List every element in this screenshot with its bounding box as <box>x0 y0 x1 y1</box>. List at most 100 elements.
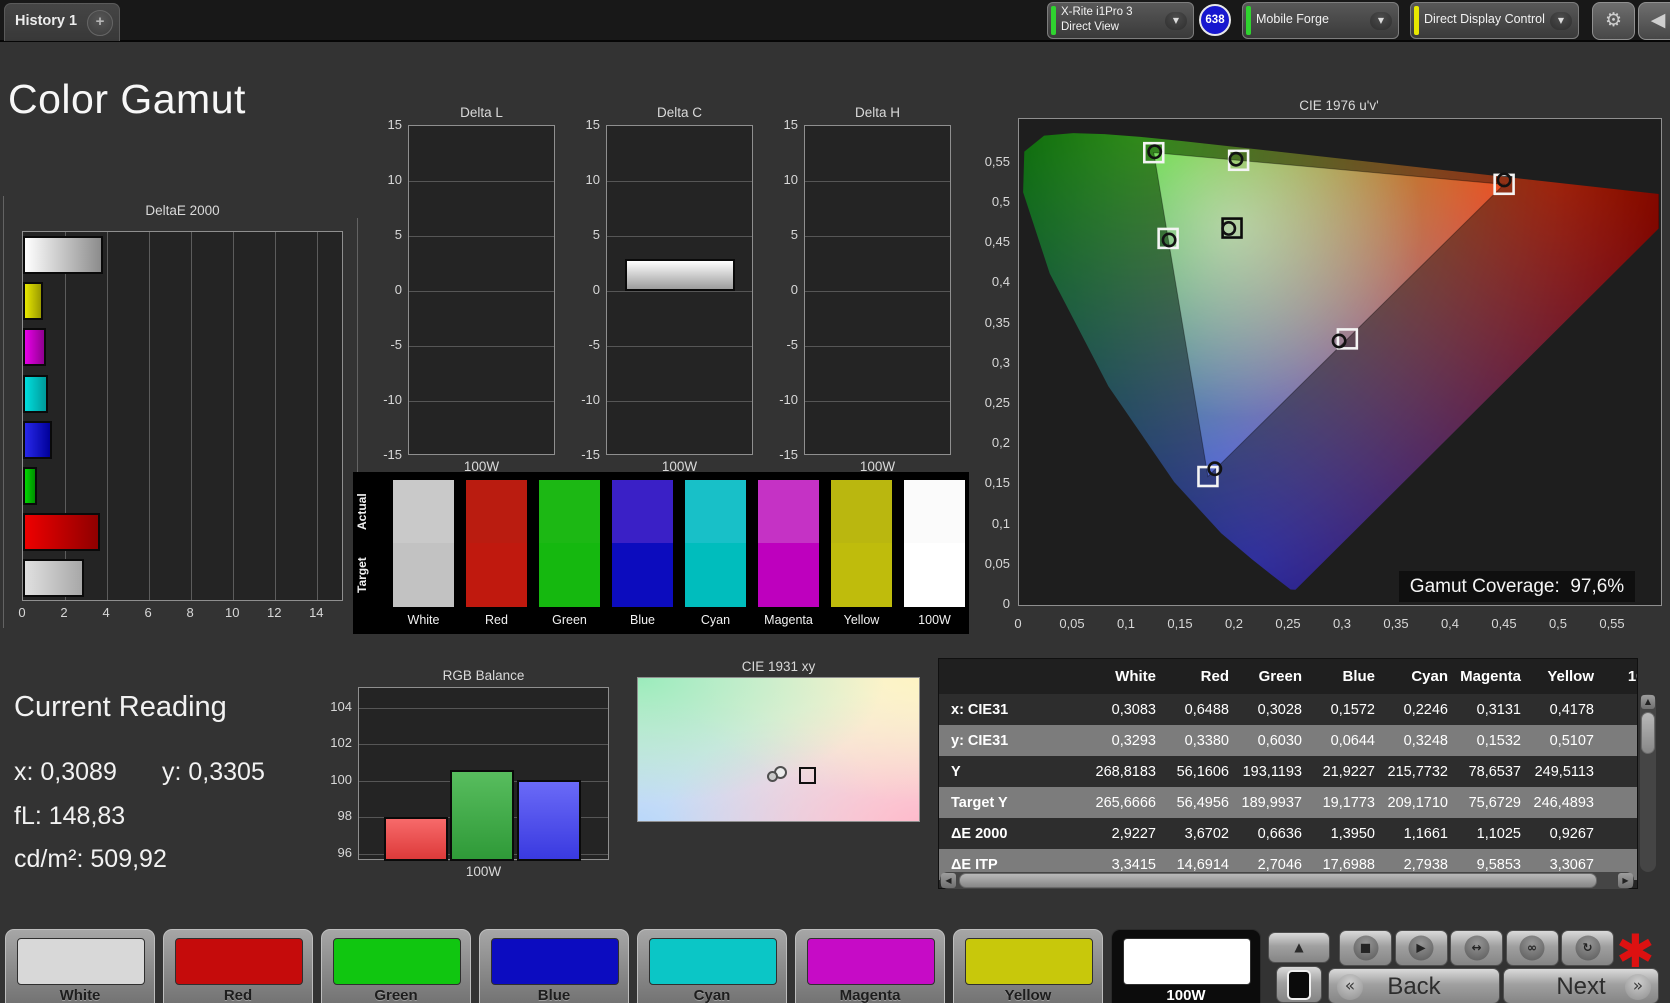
table-cell: 0,6636 <box>1257 825 1302 842</box>
cie-y-tick: 0,2 <box>991 435 1010 451</box>
swatch-label: White <box>407 613 440 627</box>
table-vertical-scrollbar[interactable]: ▲ <box>1640 694 1656 872</box>
vertical-scroll-thumb[interactable] <box>1641 712 1655 754</box>
swatch-white-target <box>393 543 454 607</box>
pattern-source-label: Mobile Forge <box>1256 12 1329 26</box>
table-row-label: Y <box>951 763 961 780</box>
rgb-gridline <box>359 708 608 710</box>
stop-button[interactable]: ■ <box>1339 930 1392 966</box>
cie-x-tick: 0,15 <box>1167 616 1193 631</box>
table-cell: 0,5107 <box>1549 732 1594 749</box>
delta-y-tick: -10 <box>779 392 798 407</box>
cie1976-chart-title: CIE 1976 u'v' <box>1299 98 1379 113</box>
pattern-level-up-button[interactable]: ▲ <box>1268 932 1330 963</box>
table-cell: 0,3028 <box>1257 701 1302 718</box>
pattern-button-label: Blue <box>537 987 571 1003</box>
display-control-dropdown[interactable]: Direct Display Control ▼ <box>1410 2 1579 39</box>
rgb-bar-red <box>384 817 448 861</box>
scroll-left-button[interactable]: ◀ <box>941 873 956 888</box>
deltae-x-tick: 0 <box>18 605 26 620</box>
table-cell: 2,7938 <box>1403 856 1448 873</box>
table-cell: 193,1193 <box>1242 763 1302 780</box>
collapse-panel-button[interactable]: ◀ <box>1638 2 1670 40</box>
actual-row-label: Actual <box>355 493 369 531</box>
add-tab-button[interactable]: + <box>87 10 113 36</box>
pattern-source-dropdown[interactable]: Mobile Forge ▼ <box>1242 2 1399 39</box>
scroll-right-button[interactable]: ▶ <box>1618 873 1633 888</box>
tab-history-1[interactable]: History 1 + <box>4 3 120 41</box>
deltae-bar-blue <box>23 420 53 459</box>
back-label: Back <box>1387 973 1441 1000</box>
table-cell: 2,9227 <box>1111 825 1156 842</box>
window-icon <box>1287 969 1311 1000</box>
pattern-size-button[interactable]: ↔ <box>1450 930 1503 966</box>
scroll-up-button[interactable]: ▲ <box>1641 695 1655 709</box>
back-button[interactable]: « Back <box>1328 968 1500 1003</box>
pattern-button-magenta[interactable]: Magenta <box>795 929 945 1003</box>
table-row-label: x: CIE31 <box>951 701 1009 718</box>
pattern-button-100w[interactable]: 100W <box>1111 929 1261 1003</box>
delta-y-tick: 10 <box>585 172 600 187</box>
pattern-window-button[interactable] <box>1276 966 1322 1003</box>
top-toolbar: History 1 + X-Rite i1Pro 3 Direct View ▼ … <box>0 0 1670 42</box>
rgb-y-tick: 98 <box>337 808 352 824</box>
table-cell: 17,6988 <box>1322 856 1375 873</box>
delta-y-tick: 15 <box>387 117 402 132</box>
delta-y-tick: -10 <box>383 392 402 407</box>
table-horizontal-scrollbar[interactable]: ◀ ▶ <box>940 872 1634 889</box>
chevron-down-icon: ▼ <box>1165 12 1187 30</box>
deltae-x-tick: 2 <box>60 605 68 620</box>
delta-y-tick: -5 <box>390 337 402 352</box>
calman-color-gamut-page: History 1 + X-Rite i1Pro 3 Direct View ▼ … <box>0 0 1670 1003</box>
cie1931-chart-title: CIE 1931 xy <box>741 659 816 674</box>
delta-c-chart-title: Delta C <box>656 105 702 120</box>
play-button[interactable]: ▶ <box>1394 930 1448 966</box>
pattern-button-cyan[interactable]: Cyan <box>637 929 787 1003</box>
swatch-column-red: Red <box>466 472 527 634</box>
table-cell: 209,1710 <box>1387 794 1448 811</box>
rgb-bar-green <box>450 769 514 861</box>
swatch-cyan-target <box>685 543 746 607</box>
layout-divider <box>3 196 4 628</box>
delta-y-tick: -5 <box>588 337 600 352</box>
swatch-cyan-actual <box>685 480 746 543</box>
cie-x-tick: 0,55 <box>1599 616 1625 631</box>
delta-y-tick: 10 <box>783 172 798 187</box>
swatch-blue-target <box>612 543 673 607</box>
table-cell: 75,6729 <box>1468 794 1521 811</box>
pattern-button-blue[interactable]: Blue <box>479 929 629 1003</box>
table-row-label: y: CIE31 <box>951 732 1009 749</box>
swatch-green-target <box>539 543 600 607</box>
pattern-button-yellow[interactable]: Yellow <box>953 929 1103 1003</box>
horizontal-scroll-thumb[interactable] <box>959 873 1597 888</box>
reading-cdm2: cd/m²: 509,92 <box>14 845 167 873</box>
display-control-status-indicator <box>1414 6 1419 35</box>
table-cell: 0,3248 <box>1403 732 1448 749</box>
actual-target-swatch-panel: Actual Target White Red Green Blue Cyan Magen… <box>353 472 969 634</box>
pattern-button-white[interactable]: White <box>5 929 155 1003</box>
meter-dropdown[interactable]: X-Rite i1Pro 3 Direct View ▼ <box>1047 2 1194 39</box>
repeat-button[interactable]: ↻ <box>1561 930 1614 966</box>
table-cell: 1,3950 <box>1330 825 1375 842</box>
continuous-icon: ∞ <box>1519 935 1545 961</box>
delta-gridline <box>805 401 950 402</box>
cie1931-target-marker <box>798 766 816 784</box>
table-column-header-magenta: Magenta <box>1460 668 1521 685</box>
table-cell: 0,6030 <box>1257 732 1302 749</box>
pattern-button-label: Green <box>374 987 418 1003</box>
chevron-left-icon: ◀ <box>1650 9 1666 31</box>
pattern-button-red[interactable]: Red <box>163 929 313 1003</box>
pattern-button-label: White <box>59 987 101 1003</box>
settings-button[interactable]: ⚙ <box>1592 2 1635 40</box>
continuous-button[interactable]: ∞ <box>1505 930 1559 966</box>
pattern-swatch-100w <box>1123 938 1251 985</box>
delta-gridline <box>607 181 752 182</box>
swatch-yellow-target <box>831 543 892 607</box>
cie1931-chart <box>637 677 920 822</box>
deltae-x-tick: 12 <box>267 605 282 620</box>
page-title: Color Gamut <box>8 76 246 122</box>
deltae-x-tick: 6 <box>144 605 152 620</box>
rgb-bar-blue <box>517 779 581 861</box>
pattern-button-green[interactable]: Green <box>321 929 471 1003</box>
swatch-magenta-target <box>758 543 819 607</box>
